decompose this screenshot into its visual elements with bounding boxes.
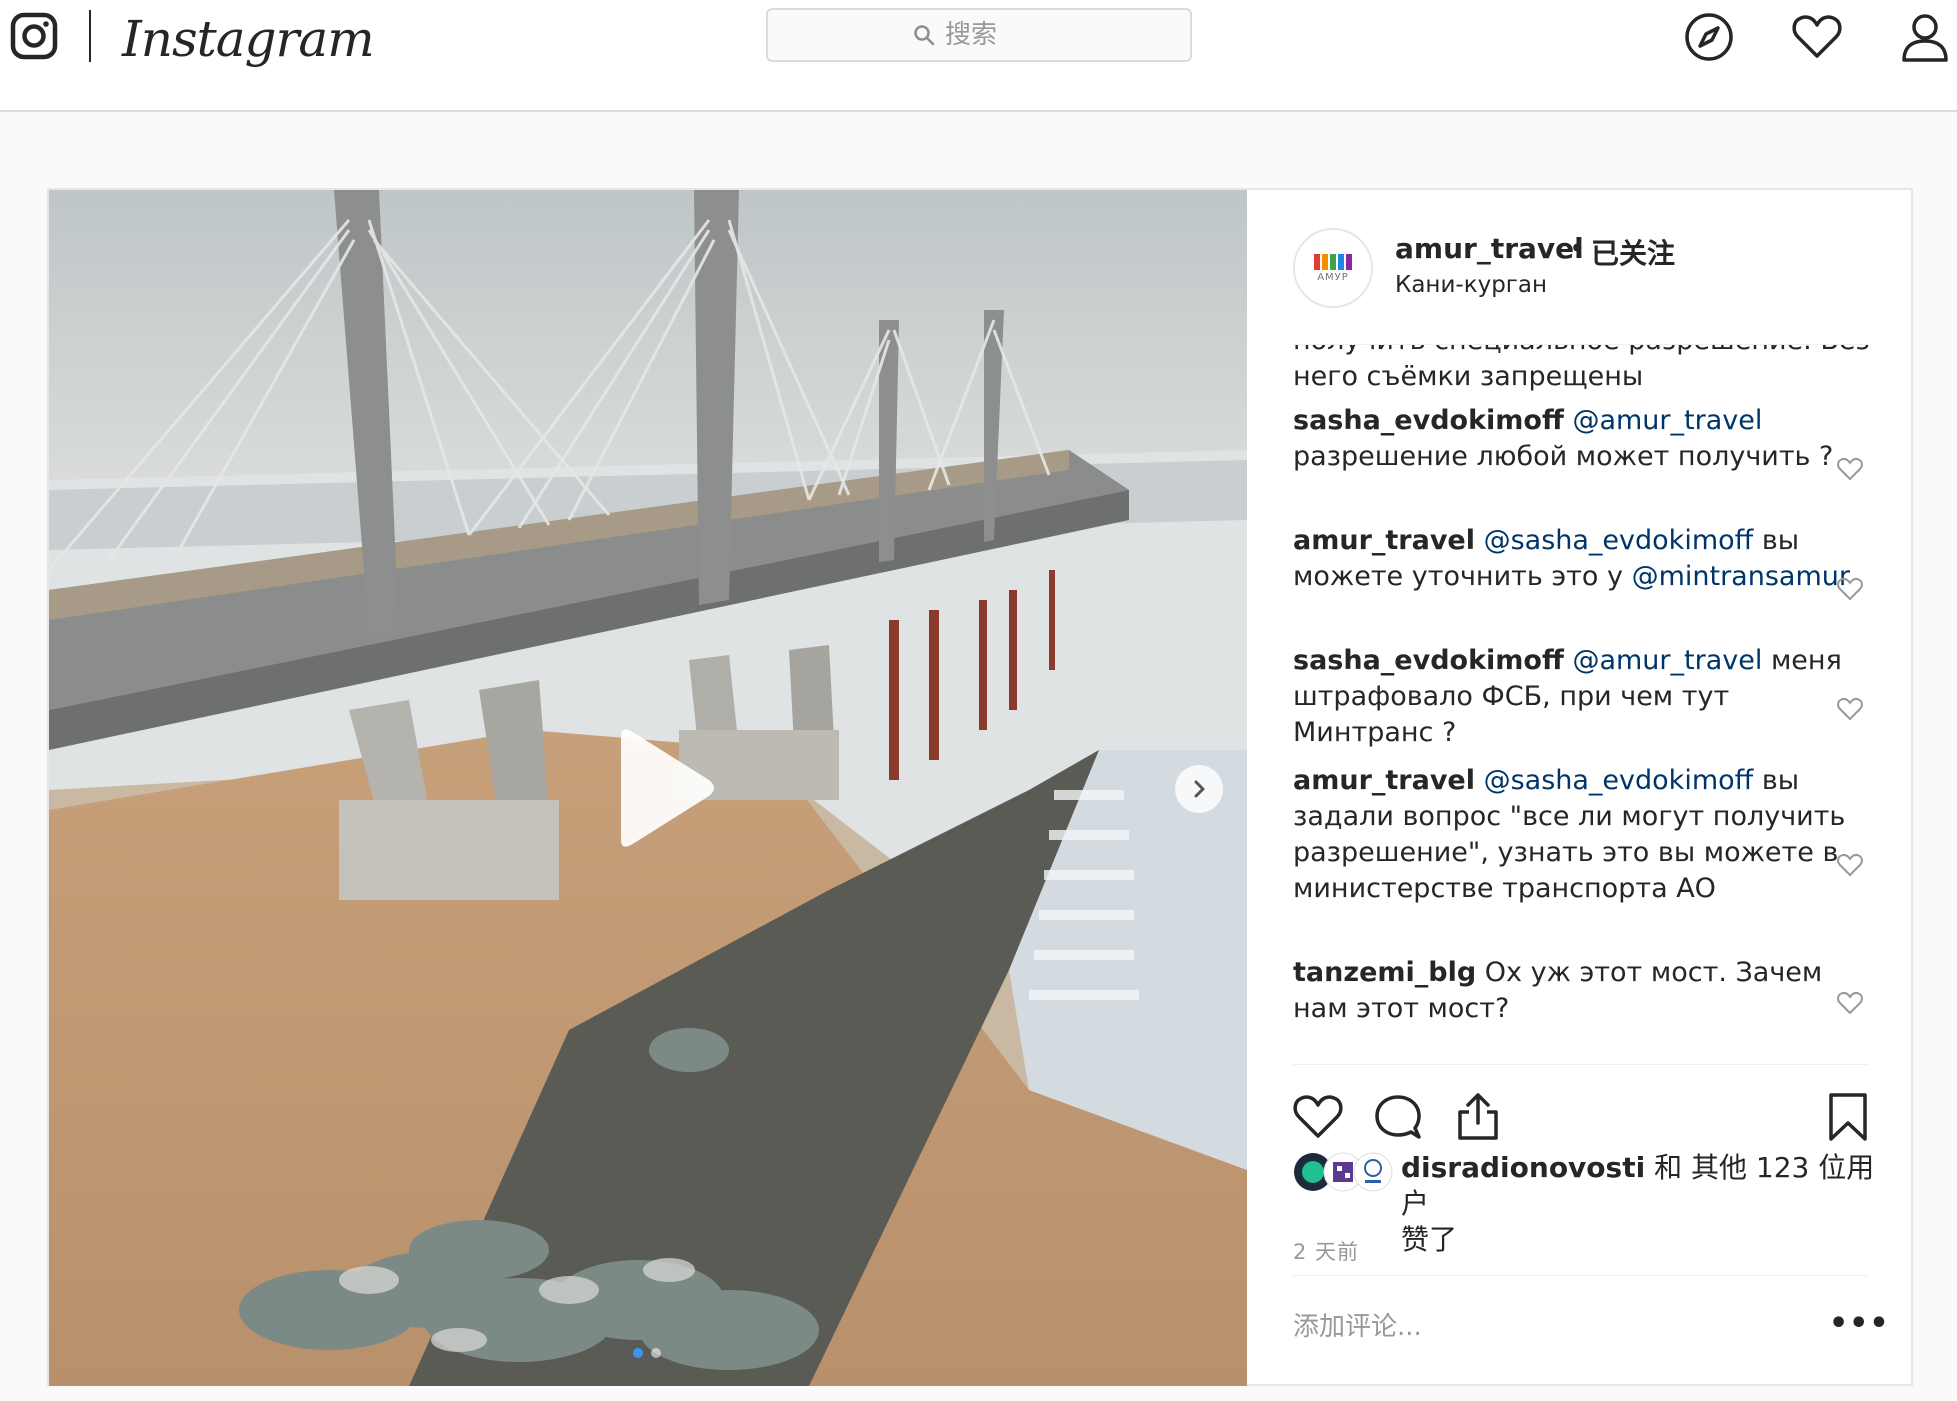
avatar-text: АМУР — [1317, 271, 1349, 283]
comment-item: получить специальное разрешение. Без нег… — [1293, 345, 1873, 395]
carousel-dot — [651, 1348, 661, 1358]
follow-separator: • — [1569, 232, 1586, 265]
play-icon[interactable] — [589, 718, 729, 858]
comment-username[interactable]: sasha_evdokimoff — [1293, 645, 1564, 676]
search-icon — [914, 25, 935, 46]
carousel-next-button[interactable] — [1175, 765, 1223, 813]
carousel-indicator — [633, 1348, 661, 1358]
comment-item: sasha_evdokimoff @amur_travel разрешение… — [1293, 403, 1873, 475]
carousel-dot — [633, 1348, 643, 1358]
post-timestamp[interactable]: 2 天前 — [1293, 1236, 1359, 1266]
avatar-logo-bars — [1314, 253, 1352, 270]
comment-list[interactable]: получить специальное разрешение. Без нег… — [1293, 345, 1893, 1048]
comment-like-heart-icon[interactable] — [1837, 577, 1863, 601]
like-heart-icon[interactable] — [1291, 1090, 1345, 1144]
divider — [1293, 1064, 1868, 1065]
comment-mention[interactable]: @amur_travel — [1572, 405, 1762, 436]
compass-icon[interactable] — [1682, 10, 1736, 64]
comment-username[interactable]: tanzemi_blg — [1293, 957, 1476, 988]
comment-item: amur_travel @sasha_evdokimoff вы можете … — [1293, 523, 1873, 595]
comment-icon[interactable] — [1371, 1090, 1425, 1144]
instagram-glyph-icon[interactable] — [10, 12, 58, 60]
comment-mention[interactable]: @sasha_evdokimoff — [1484, 525, 1754, 556]
comment-mention[interactable]: @mintransamur — [1632, 561, 1850, 592]
comment-username[interactable]: sasha_evdokimoff — [1293, 405, 1564, 436]
comment-username[interactable]: amur_travel — [1293, 525, 1475, 556]
search-box[interactable] — [766, 8, 1192, 62]
add-comment-input[interactable] — [1293, 1302, 1793, 1352]
comment-text: разрешение любой может получить ? — [1293, 441, 1834, 472]
top-navigation-bar: Instagram — [0, 0, 1957, 112]
comment-item: tanzemi_blg Ох уж этот мост. Зачем нам э… — [1293, 955, 1873, 1027]
post-video[interactable] — [49, 190, 1247, 1386]
comment-like-heart-icon[interactable] — [1837, 853, 1863, 877]
author-avatar[interactable]: АМУР — [1293, 228, 1373, 308]
comment-like-heart-icon[interactable] — [1837, 697, 1863, 721]
post-location[interactable]: Кани-курган — [1395, 272, 1547, 298]
author-username[interactable]: amur_travel — [1395, 232, 1584, 265]
comment-mention[interactable]: @sasha_evdokimoff — [1484, 765, 1754, 796]
chevron-right-icon — [1194, 780, 1205, 798]
post-sidebar: АМУР amur_travel • 已关注 Кани-курган получ… — [1247, 190, 1911, 1386]
comment-item: sasha_evdokimoff @amur_travel меня штраф… — [1293, 643, 1873, 751]
logo-divider — [89, 10, 91, 62]
comment-like-heart-icon[interactable] — [1837, 457, 1863, 481]
comment-username[interactable]: amur_travel — [1293, 765, 1475, 796]
first-liker-username[interactable]: disradionovosti — [1401, 1151, 1645, 1184]
comment-item: amur_travel @sasha_evdokimoff вы задали … — [1293, 763, 1873, 907]
instagram-wordmark[interactable]: Instagram — [122, 4, 375, 74]
comment-mention[interactable]: @amur_travel — [1572, 645, 1762, 676]
share-icon[interactable] — [1451, 1090, 1505, 1144]
post-card: АМУР amur_travel • 已关注 Кани-курган получ… — [47, 188, 1913, 1386]
more-options-button[interactable]: ••• — [1829, 1306, 1890, 1341]
comment-like-heart-icon[interactable] — [1837, 991, 1863, 1015]
search-input[interactable] — [945, 20, 1045, 50]
divider — [1293, 1275, 1868, 1276]
liker-avatars[interactable] — [1293, 1150, 1393, 1194]
follow-status-button[interactable]: 已关注 — [1591, 232, 1675, 272]
likes-summary: disradionovosti 和 其他 123 位用户 赞了 — [1401, 1150, 1881, 1258]
user-icon[interactable] — [1898, 10, 1952, 64]
likes-suffix: 赞了 — [1401, 1223, 1458, 1256]
bookmark-icon[interactable] — [1821, 1090, 1875, 1144]
heart-icon[interactable] — [1790, 10, 1844, 64]
comment-text: получить специальное разрешение. Без нег… — [1293, 345, 1870, 392]
